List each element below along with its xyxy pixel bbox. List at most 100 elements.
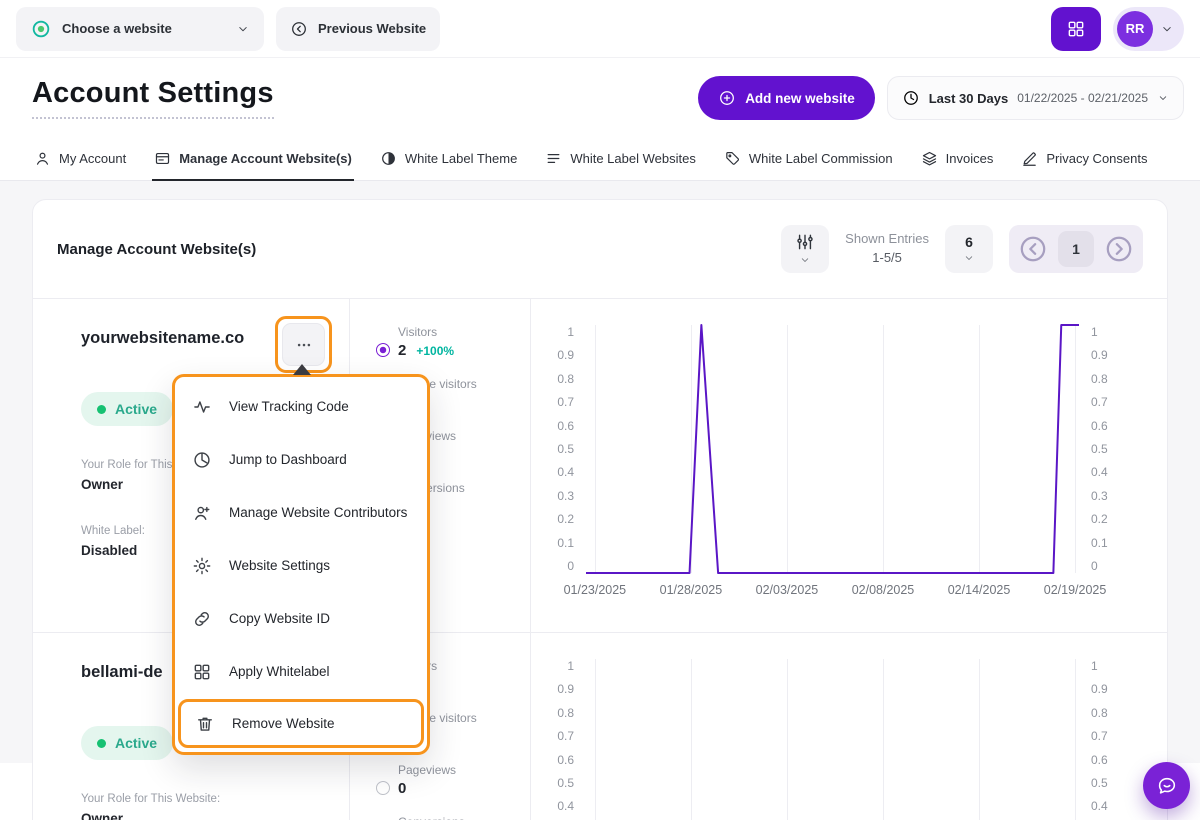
filter-button[interactable] (781, 225, 829, 273)
y-tick: 0.8 (1091, 706, 1108, 720)
y-tick: 1 (1091, 659, 1098, 673)
metric-label: Pageviews (398, 763, 456, 777)
tag-icon (724, 150, 741, 167)
y-tick: 0.2 (557, 512, 574, 526)
status-badge: Active (81, 726, 173, 760)
y-tick: 1 (567, 659, 574, 673)
menu-item-jump-to-dashboard[interactable]: Jump to Dashboard (175, 433, 427, 486)
metric-label: Visitors (398, 325, 454, 339)
y-tick: 0.3 (557, 489, 574, 503)
metric-radio[interactable] (376, 781, 390, 795)
account-settings-page: Choose a website Previous Website RR Acc… (0, 0, 1200, 820)
website-target-icon (30, 18, 52, 40)
y-tick: 0.6 (557, 419, 574, 433)
add-new-website-button[interactable]: Add new website (698, 76, 875, 120)
menu-item-manage-website-contributors[interactable]: Manage Website Contributors (175, 486, 427, 539)
page-header: Account Settings Add new website Last 30… (0, 58, 1200, 138)
status-label: Active (115, 735, 157, 751)
chat-button[interactable] (1143, 762, 1190, 809)
tab-white-label-commission[interactable]: White Label Commission (722, 138, 895, 181)
user-icon (34, 150, 51, 167)
y-tick: 0.6 (557, 753, 574, 767)
metric-radio[interactable] (376, 343, 390, 357)
apps-button[interactable] (1051, 7, 1101, 51)
contrast-icon (380, 150, 397, 167)
previous-page-button[interactable] (1016, 232, 1050, 266)
tab-invoices[interactable]: Invoices (919, 138, 996, 181)
tab-manage-account-website-s[interactable]: Manage Account Website(s) (152, 138, 354, 181)
link-icon (192, 609, 212, 629)
tab-white-label-websites[interactable]: White Label Websites (543, 138, 698, 181)
x-tick: 01/28/2025 (660, 583, 723, 597)
shown-entries-label: Shown Entries (845, 230, 929, 249)
plot-area: 01/23/202501/28/202502/03/202502/08/2025… (586, 659, 1079, 820)
y-tick: 0.8 (557, 372, 574, 386)
next-page-button[interactable] (1102, 232, 1136, 266)
avatar: RR (1117, 11, 1153, 47)
current-page: 1 (1058, 231, 1094, 267)
pagination: 1 (1009, 225, 1143, 273)
date-range-label: Last 30 Days (929, 91, 1009, 106)
metric: Visitors 2 +100% (376, 325, 530, 377)
y-tick: 0 (567, 559, 574, 573)
plot-area: 01/23/202501/28/202502/03/202502/08/2025… (586, 325, 1079, 573)
y-tick: 0.9 (1091, 682, 1108, 696)
status-dot (97, 739, 106, 748)
page-title: Account Settings (32, 77, 274, 119)
tab-privacy-consents[interactable]: Privacy Consents (1019, 138, 1149, 181)
layers-icon (921, 150, 938, 167)
panel-title: Manage Account Website(s) (57, 241, 256, 258)
y-tick: 0.8 (1091, 372, 1108, 386)
metric-value: 2 (398, 342, 406, 360)
status-badge: Active (81, 392, 173, 426)
choose-website-select[interactable]: Choose a website (16, 7, 264, 51)
tab-white-label-theme[interactable]: White Label Theme (378, 138, 520, 181)
date-range-value: 01/22/2025 - 02/21/2025 (1017, 91, 1148, 105)
y-tick: 0.1 (1091, 536, 1108, 550)
role-value: Owner (81, 811, 123, 820)
more-options-button[interactable] (282, 323, 325, 366)
y-tick: 0.8 (557, 706, 574, 720)
tab-my-account[interactable]: My Account (32, 138, 128, 181)
menu-item-view-tracking-code[interactable]: View Tracking Code (175, 380, 427, 433)
website-chart: 10.90.80.70.60.50.40.30.20.10 01/23/2025… (531, 299, 1167, 632)
list-icon (545, 150, 562, 167)
y-tick: 1 (1091, 325, 1098, 339)
panel-header: Manage Account Website(s) Shown Entries … (33, 200, 1167, 298)
y-tick: 0.4 (1091, 799, 1108, 813)
trash-icon (195, 714, 215, 734)
browser-icon (154, 150, 171, 167)
y-tick: 0.4 (557, 799, 574, 813)
page-size-value: 6 (965, 234, 973, 250)
dashboard-icon (192, 450, 212, 470)
shown-entries-value: 1-5/5 (845, 249, 929, 268)
metric-change: +100% (416, 344, 454, 358)
x-tick: 02/08/2025 (852, 583, 915, 597)
page-size-select[interactable]: 6 (945, 225, 993, 273)
y-tick: 0.7 (557, 729, 574, 743)
top-bar: Choose a website Previous Website RR (0, 0, 1200, 58)
status-dot (97, 405, 106, 414)
date-range-picker[interactable]: Last 30 Days 01/22/2025 - 02/21/2025 (887, 76, 1184, 120)
shown-entries: Shown Entries 1-5/5 (845, 230, 929, 268)
chevron-down-icon (1160, 22, 1174, 36)
role-value: Owner (81, 477, 123, 492)
menu-item-apply-whitelabel[interactable]: Apply Whitelabel (175, 645, 427, 698)
user-menu[interactable]: RR (1113, 7, 1184, 51)
menu-item-copy-website-id[interactable]: Copy Website ID (175, 592, 427, 645)
previous-website-button[interactable]: Previous Website (276, 7, 440, 51)
menu-item-website-settings[interactable]: Website Settings (175, 539, 427, 592)
y-tick: 0.5 (1091, 776, 1108, 790)
role-label: Your Role for This Website: (81, 793, 220, 805)
sliders-icon (795, 232, 815, 252)
menu-item-remove-website[interactable]: Remove Website (178, 699, 424, 748)
chevron-down-icon (799, 254, 811, 266)
plus-circle-icon (718, 89, 736, 107)
x-tick: 02/19/2025 (1044, 583, 1107, 597)
status-label: Active (115, 401, 157, 417)
arrow-right-circle-icon (1103, 233, 1135, 265)
y-tick: 0.2 (1091, 512, 1108, 526)
y-tick: 0.1 (557, 536, 574, 550)
line-series (586, 659, 1079, 820)
apps-icon (1066, 19, 1086, 39)
